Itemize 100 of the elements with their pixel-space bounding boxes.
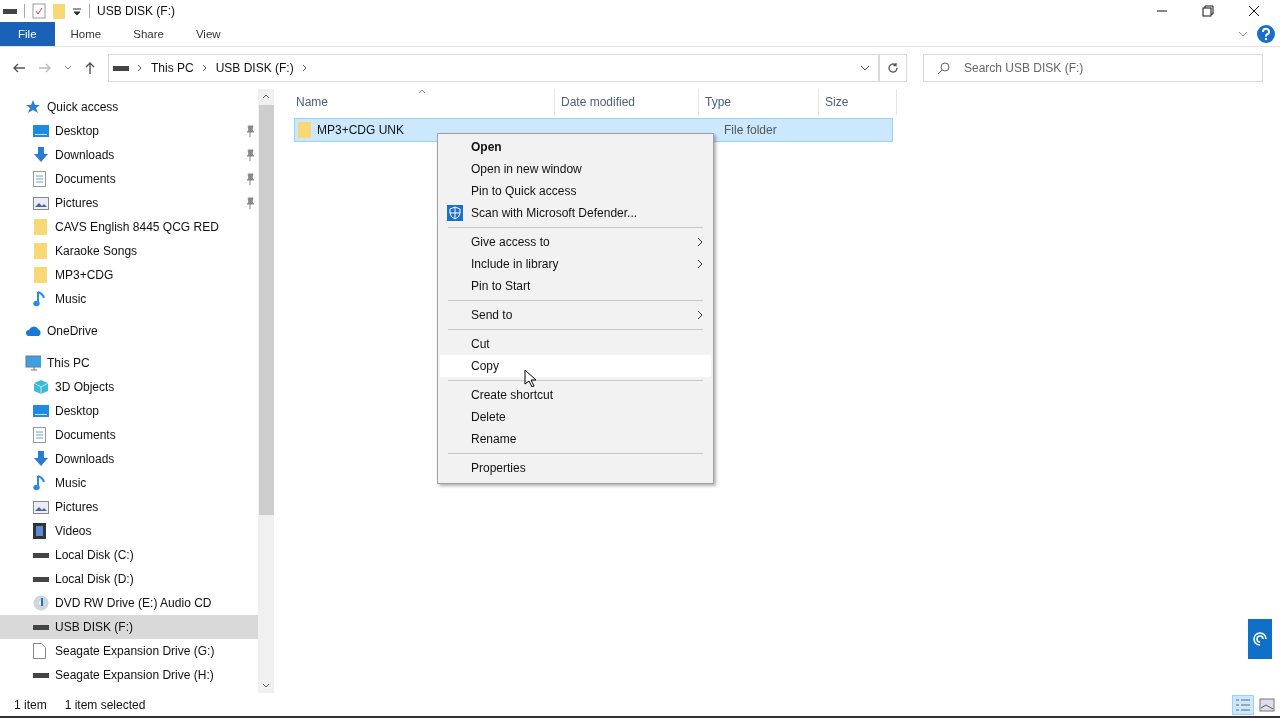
sidebar-item[interactable]: Downloads	[0, 447, 258, 471]
dropdown-icon[interactable]	[72, 6, 82, 16]
chevron-right-icon[interactable]	[301, 64, 308, 72]
column-header[interactable]: Type	[699, 89, 819, 115]
recent-dropdown-icon[interactable]	[64, 65, 72, 71]
sidebar-item[interactable]: Downloads	[0, 143, 258, 167]
search-field[interactable]: Search USB DISK (F:)	[923, 54, 1263, 82]
menu-item[interactable]: Cut	[438, 333, 713, 355]
help-icon[interactable]	[1257, 25, 1275, 43]
address-bar[interactable]: This PC USB DISK (F:)	[108, 54, 879, 82]
sidebar-item[interactable]: Documents	[0, 423, 258, 447]
menu-item[interactable]: Give access to	[438, 231, 713, 253]
menu-item[interactable]: Include in library	[438, 253, 713, 275]
chevron-down-icon[interactable]	[860, 65, 870, 71]
scroll-down-icon[interactable]	[262, 683, 270, 688]
drive-icon	[113, 64, 129, 72]
sidebar-item[interactable]: Music	[0, 471, 258, 495]
restore-icon[interactable]	[1202, 5, 1214, 17]
sidebar-item[interactable]: Local Disk (C:)	[0, 543, 258, 567]
pin-icon[interactable]	[245, 149, 255, 161]
menu-item[interactable]: Open in new window	[438, 158, 713, 180]
picture-icon	[33, 196, 49, 210]
refresh-button[interactable]	[879, 54, 907, 82]
sidebar-item[interactable]: OneDrive	[0, 319, 258, 343]
pin-icon[interactable]	[245, 197, 255, 209]
menu-item[interactable]: Create shortcut	[438, 384, 713, 406]
blank-file-icon	[33, 643, 49, 659]
sidebar-item[interactable]: CAVS English 8445 QCG RED	[0, 215, 258, 239]
status-selection: 1 item selected	[64, 697, 146, 712]
mouse-cursor-icon	[524, 369, 536, 387]
sidebar-item[interactable]: Seagate Expansion Drive (G:)	[0, 639, 258, 663]
sidebar-item[interactable]: Desktop	[0, 399, 258, 423]
chevron-down-icon[interactable]	[1238, 31, 1248, 37]
menu-item[interactable]: Properties	[438, 457, 713, 479]
sidebar-item[interactable]: USB DISK (F:)	[0, 615, 258, 639]
column-header[interactable]: Name	[294, 89, 555, 115]
breadcrumb[interactable]: USB DISK (F:)	[215, 61, 294, 75]
document-icon	[33, 171, 49, 187]
properties-icon[interactable]	[32, 3, 46, 19]
ribbon-tab[interactable]: Share	[117, 22, 180, 46]
back-arrow-icon[interactable]	[12, 62, 26, 74]
sort-caret-icon	[418, 89, 426, 94]
down-arrow-icon	[33, 451, 49, 467]
ribbon-tab[interactable]: Home	[54, 22, 118, 46]
sidebar-item[interactable]: Seagate Expansion Drive (H:)	[0, 663, 258, 687]
drive-icon	[33, 575, 49, 583]
sidebar-item[interactable]: Pictures	[0, 191, 258, 215]
sidebar-item[interactable]: Quick access	[0, 95, 258, 119]
menu-item[interactable]: Delete	[438, 406, 713, 428]
column-header[interactable]: Size	[819, 89, 897, 115]
shield-icon	[447, 205, 463, 221]
menu-item[interactable]: Pin to Start	[438, 275, 713, 297]
drive-icon	[33, 551, 49, 559]
scroll-up-icon[interactable]	[262, 94, 270, 99]
drive-icon[interactable]	[3, 7, 17, 15]
ribbon-tab[interactable]: File	[0, 22, 55, 46]
details-view-button[interactable]	[1232, 694, 1254, 715]
sidebar-item[interactable]: Karaoke Songs	[0, 239, 258, 263]
sidebar-item[interactable]: Videos	[0, 519, 258, 543]
menu-item[interactable]: Send to	[438, 304, 713, 326]
folder-icon	[33, 243, 49, 259]
chevron-right-icon[interactable]	[137, 64, 143, 72]
drive-icon	[33, 623, 49, 631]
sidebar-item[interactable]: Music	[0, 287, 258, 311]
folder-icon	[33, 219, 49, 235]
sidebar-item[interactable]: Documents	[0, 167, 258, 191]
sidebar-item[interactable]: Desktop	[0, 119, 258, 143]
sidebar-item[interactable]: 3D Objects	[0, 375, 258, 399]
refresh-icon	[887, 62, 899, 74]
sidebar-item[interactable]: Pictures	[0, 495, 258, 519]
pin-icon[interactable]	[245, 173, 255, 185]
star-icon	[25, 99, 41, 115]
sidebar-item[interactable]: This PC	[0, 351, 258, 375]
menu-item[interactable]: Pin to Quick access	[438, 180, 713, 202]
breadcrumb[interactable]: This PC	[151, 61, 194, 75]
signal-waves-icon	[1251, 630, 1269, 648]
status-item-count: 1 item	[14, 697, 47, 712]
disc-icon	[33, 595, 49, 611]
column-header[interactable]: Date modified	[555, 89, 699, 115]
file-name: MP3+CDG UNK	[317, 123, 405, 137]
document-icon	[33, 427, 49, 443]
menu-item[interactable]: Copy	[440, 355, 711, 377]
ribbon-tab[interactable]: View	[179, 22, 237, 46]
chevron-right-icon[interactable]	[201, 64, 208, 72]
search-icon	[937, 62, 950, 75]
scroll-thumb[interactable]	[258, 105, 274, 515]
floating-app-button[interactable]	[1248, 619, 1272, 659]
sidebar-item[interactable]: Local Disk (D:)	[0, 567, 258, 591]
picture-icon	[33, 500, 49, 514]
close-icon[interactable]	[1248, 5, 1260, 17]
sidebar-item[interactable]: MP3+CDG	[0, 263, 258, 287]
sidebar-item[interactable]: DVD RW Drive (E:) Audio CD	[0, 591, 258, 615]
menu-item[interactable]: Scan with Microsoft Defender...	[438, 202, 713, 224]
scrollbar[interactable]	[258, 89, 274, 693]
folder-icon	[297, 122, 311, 138]
menu-item[interactable]: Rename	[438, 428, 713, 450]
picture-icon	[1259, 697, 1275, 712]
up-arrow-icon[interactable]	[84, 61, 96, 75]
details-list-icon	[1235, 697, 1251, 712]
pin-icon[interactable]	[245, 125, 255, 137]
